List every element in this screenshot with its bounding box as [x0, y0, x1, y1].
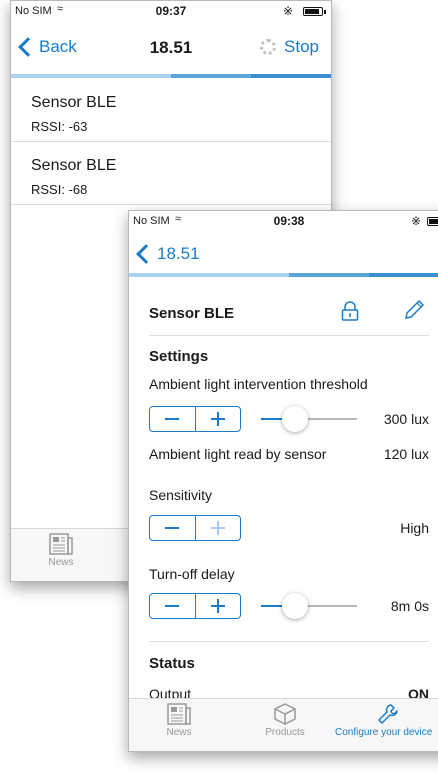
turnoff-delay-stepper[interactable]: [149, 593, 241, 619]
list-item[interactable]: Sensor BLE RSSI: -68: [11, 142, 331, 205]
sensitivity-value: High: [400, 520, 429, 536]
newspaper-icon: [167, 703, 191, 725]
device-rssi: RSSI: -68: [31, 182, 88, 197]
bluetooth-icon: ※: [282, 4, 293, 18]
decrement-button[interactable]: [150, 407, 195, 431]
tab-news[interactable]: News: [129, 703, 229, 738]
turnoff-delay-slider[interactable]: [261, 593, 357, 619]
slider-thumb[interactable]: [282, 406, 308, 432]
plus-icon: [210, 412, 225, 426]
newspaper-icon: [49, 533, 73, 555]
tab-label: Products: [265, 727, 305, 738]
status-time: 09:38: [273, 214, 305, 228]
progress-bar: [11, 74, 331, 78]
settings-title: Settings: [149, 348, 209, 365]
device-name: Sensor BLE: [31, 94, 117, 111]
status-bar: No SIM ≈ 09:38 ※: [129, 211, 438, 231]
light-read-label: Ambient light read by sensor: [149, 446, 327, 462]
tab-label: Configure your device: [335, 727, 433, 738]
status-bar: No SIM ≈ 09:37 ※: [11, 1, 331, 21]
threshold-stepper[interactable]: [149, 406, 241, 432]
decrement-button[interactable]: [150, 516, 195, 540]
activity-spinner-icon: [260, 39, 277, 55]
slider-thumb[interactable]: [282, 593, 308, 619]
device-rssi: RSSI: -63: [31, 119, 88, 134]
sensitivity-stepper[interactable]: [149, 515, 241, 541]
increment-button[interactable]: [194, 407, 241, 431]
minus-icon: [165, 418, 180, 420]
tab-label: News: [166, 727, 192, 738]
edit-pencil-icon[interactable]: [403, 299, 425, 321]
tab-configure[interactable]: Configure your device: [335, 703, 438, 738]
chevron-left-icon: [136, 244, 156, 264]
minus-icon: [165, 605, 180, 607]
device-name: Sensor BLE: [31, 157, 117, 174]
threshold-value: 300 lux: [383, 411, 429, 427]
device-name: Sensor BLE: [149, 305, 235, 322]
tab-news[interactable]: News: [11, 533, 111, 568]
progress-bar: [129, 273, 438, 277]
plus-icon: [210, 599, 225, 613]
minus-icon: [165, 527, 180, 529]
tab-products[interactable]: Products: [235, 703, 335, 738]
back-button[interactable]: 18.51: [135, 244, 200, 264]
divider: [149, 335, 429, 336]
front-screen: No SIM ≈ 09:38 ※ 18.51 Sensor BLE Settin…: [128, 210, 438, 752]
threshold-label: Ambient light intervention threshold: [149, 376, 368, 392]
stop-label: Stop: [284, 37, 319, 56]
lock-icon[interactable]: [341, 301, 359, 321]
battery-icon: [303, 7, 326, 16]
nav-bar: Back 18.51 Stop: [11, 21, 331, 74]
wrench-icon: [378, 704, 398, 724]
battery-icon: [427, 217, 438, 226]
turnoff-delay-label: Turn-off delay: [149, 566, 235, 582]
threshold-slider[interactable]: [261, 406, 357, 432]
stop-button[interactable]: Stop: [260, 37, 319, 57]
sensitivity-label: Sensitivity: [149, 487, 213, 503]
tab-label: News: [48, 557, 74, 568]
nav-bar: 18.51: [129, 231, 438, 273]
light-read-value: 120 lux: [383, 446, 429, 462]
decrement-button[interactable]: [150, 594, 195, 618]
list-item[interactable]: Sensor BLE RSSI: -63: [11, 79, 331, 142]
divider: [149, 641, 429, 642]
bluetooth-icon: ※: [410, 214, 421, 228]
status-title: Status: [149, 655, 195, 672]
tab-bar: News Products Configure your device: [129, 698, 438, 751]
box-icon: [274, 703, 296, 725]
turnoff-delay-value: 8m 0s: [390, 598, 429, 614]
back-label: 18.51: [157, 244, 200, 263]
plus-icon: [210, 521, 225, 535]
increment-button[interactable]: [194, 594, 241, 618]
increment-button[interactable]: [194, 516, 241, 540]
